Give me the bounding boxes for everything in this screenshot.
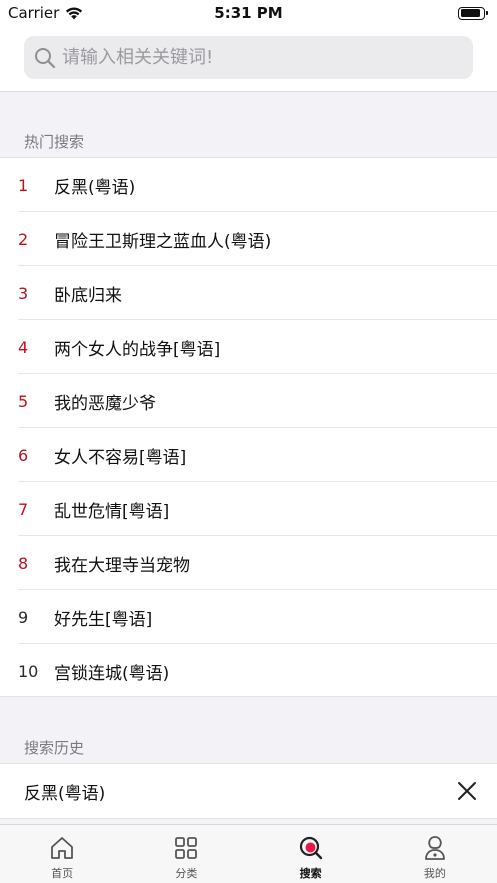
hot-search-item[interactable]: 7 乱世危情[粤语] xyxy=(0,482,497,536)
rank-number: 6 xyxy=(18,445,29,465)
hot-search-item[interactable]: 9 好先生[粤语] xyxy=(0,590,497,644)
hot-search-text: 好先生[粤语] xyxy=(54,609,153,630)
status-bar: Carrier 5:31 PM xyxy=(0,0,497,26)
rank-number: 9 xyxy=(18,607,29,627)
hot-search-item[interactable]: 1 反黑(粤语) xyxy=(0,158,497,212)
hot-search-text: 卧底归来 xyxy=(54,285,122,306)
hot-search-text: 乱世危情[粤语] xyxy=(54,501,170,522)
delete-history-button[interactable] xyxy=(455,779,479,803)
search-tab-icon xyxy=(299,836,322,860)
grid-icon xyxy=(175,837,198,859)
tab-category[interactable]: 分类 xyxy=(124,825,248,883)
tab-label: 分类 xyxy=(175,867,198,880)
rank-number: 8 xyxy=(18,553,29,573)
hot-search-text: 我的恶魔少爷 xyxy=(54,393,156,414)
hot-search-item[interactable]: 10 宫锁连城(粤语) xyxy=(0,644,497,698)
rank-number: 4 xyxy=(18,337,29,357)
search-icon xyxy=(35,47,56,68)
battery-icon xyxy=(458,6,488,20)
tab-bar: 首页 分类 搜索 我的 xyxy=(0,824,497,883)
tab-label: 搜索 xyxy=(299,867,322,880)
rank-number: 1 xyxy=(18,175,29,195)
hot-search-item[interactable]: 6 女人不容易[粤语] xyxy=(0,428,497,482)
hot-search-text: 冒险王卫斯理之蓝血人(粤语) xyxy=(54,231,272,252)
hot-search-item[interactable]: 5 我的恶魔少爷 xyxy=(0,374,497,428)
hot-search-text: 宫锁连城(粤语) xyxy=(54,663,170,684)
tab-label: 首页 xyxy=(51,867,74,880)
tab-profile[interactable]: 我的 xyxy=(373,825,497,883)
wifi-icon xyxy=(66,7,83,20)
hot-search-item[interactable]: 8 我在大理寺当宠物 xyxy=(0,536,497,590)
close-icon xyxy=(458,782,476,800)
rank-number: 2 xyxy=(18,229,29,249)
hot-search-item[interactable]: 2 冒险王卫斯理之蓝血人(粤语) xyxy=(0,212,497,266)
history-text: 反黑(粤语) xyxy=(24,783,106,804)
carrier-label: Carrier xyxy=(8,4,60,22)
search-history-title: 搜索历史 xyxy=(24,739,85,757)
history-item[interactable]: 反黑(粤语) xyxy=(0,764,497,818)
hot-search-text: 女人不容易[粤语] xyxy=(54,447,187,468)
hot-search-item[interactable]: 3 卧底归来 xyxy=(0,266,497,320)
search-box[interactable] xyxy=(24,36,473,79)
hot-search-text: 两个女人的战争[粤语] xyxy=(54,339,221,360)
hot-search-item[interactable]: 4 两个女人的战争[粤语] xyxy=(0,320,497,374)
tab-home[interactable]: 首页 xyxy=(0,825,124,883)
rank-number: 3 xyxy=(18,283,29,303)
search-history-list: 反黑(粤语) xyxy=(0,763,497,819)
rank-number: 7 xyxy=(18,499,29,519)
rank-number: 10 xyxy=(18,661,39,681)
profile-icon xyxy=(424,836,445,860)
search-input[interactable] xyxy=(62,47,452,68)
hot-search-list: 1 反黑(粤语) 2 冒险王卫斯理之蓝血人(粤语) 3 卧底归来 4 两个女人的… xyxy=(0,157,497,697)
hot-search-text: 反黑(粤语) xyxy=(54,177,136,198)
hot-search-text: 我在大理寺当宠物 xyxy=(54,555,190,576)
tab-label: 我的 xyxy=(423,867,446,880)
tab-search[interactable]: 搜索 xyxy=(249,825,373,883)
search-header xyxy=(0,26,497,92)
hot-search-title: 热门搜索 xyxy=(24,133,85,151)
home-icon xyxy=(51,837,74,859)
rank-number: 5 xyxy=(18,391,29,411)
